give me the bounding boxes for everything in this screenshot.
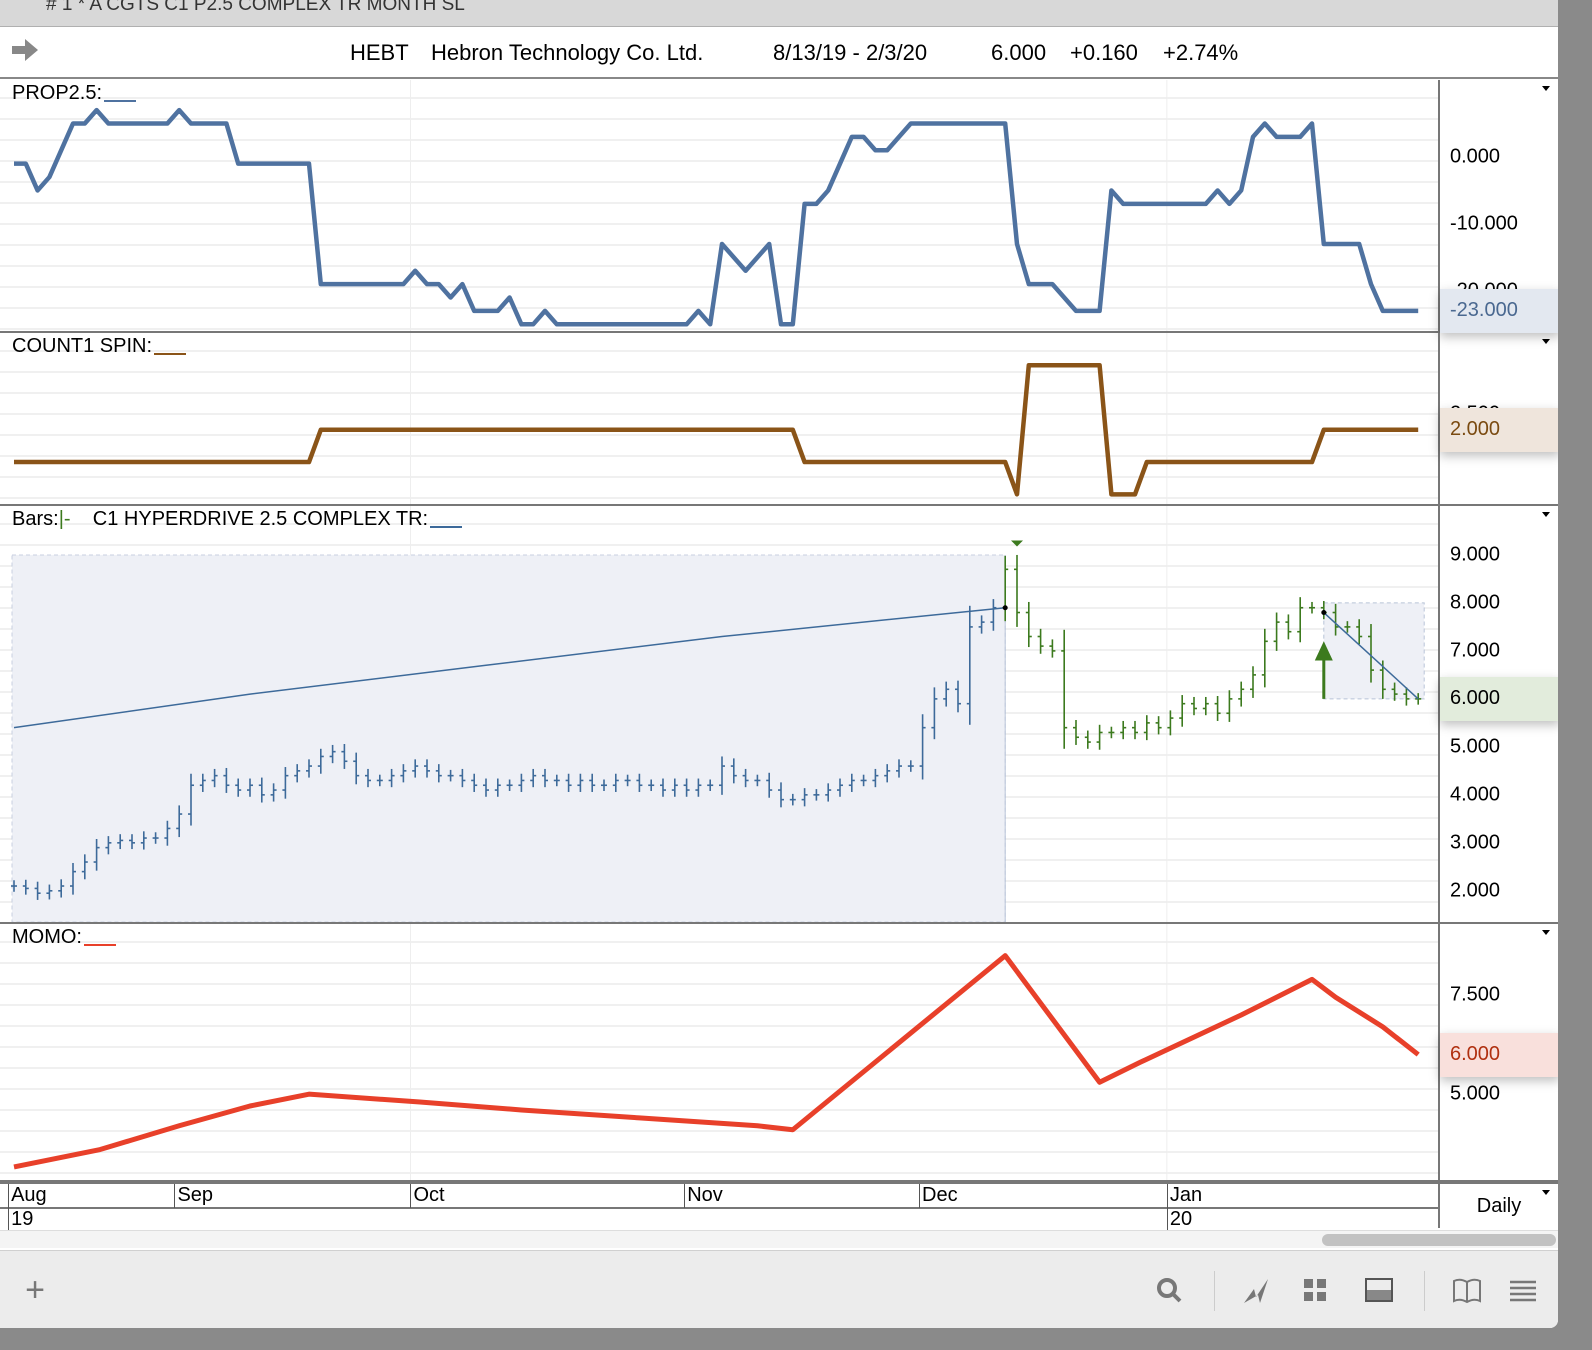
panel-layout-icon[interactable]	[1362, 1273, 1396, 1307]
add-icon[interactable]: +	[18, 1273, 52, 1307]
month-label: Oct	[410, 1184, 445, 1208]
bars-panel[interactable]: Bars:|- C1 HYPERDRIVE 2.5 COMPLEX TR: 9.…	[0, 506, 1558, 924]
y-tick-label: 7.000	[1450, 639, 1501, 662]
momo-plot	[0, 924, 1438, 1180]
dropdown-icon[interactable]	[1542, 512, 1550, 517]
date-range: 8/13/19 - 2/3/20	[773, 40, 928, 65]
symbol: HEBT	[350, 40, 409, 65]
y-tick-label: 4.000	[1450, 783, 1501, 806]
dropdown-icon[interactable]	[1542, 1190, 1550, 1195]
symbol-header: HEBT Hebron Technology Co. Ltd. 8/13/19 …	[0, 27, 1558, 79]
momo-panel[interactable]: MOMO: 7.500 5.000 6.000	[0, 924, 1558, 1182]
search-icon[interactable]	[1152, 1273, 1186, 1307]
series-line	[13, 953, 1420, 1170]
dropdown-icon[interactable]	[1542, 930, 1550, 935]
month-label: Jan	[1166, 1184, 1202, 1208]
dropdown-icon[interactable]	[1542, 86, 1550, 91]
y-tick-label: -10.000	[1450, 212, 1518, 235]
anchor-point	[1002, 605, 1008, 611]
date-axis[interactable]: Aug Sep Oct Nov Dec Jan 19 20	[0, 1182, 1438, 1230]
y-tick-label: 9.000	[1450, 543, 1501, 566]
year-label: 20	[1166, 1208, 1192, 1230]
y-tick-label: 5.000	[1450, 735, 1501, 758]
last-value-label: 2.000	[1440, 407, 1558, 452]
prop-panel[interactable]: PROP2.5: 0.000-10.000-20.000-23.000	[0, 80, 1558, 333]
bottom-toolbar: +	[0, 1250, 1558, 1328]
bars-axis[interactable]: 9.000 8.000 7.000 6.000 5.000 4.000 3.000 2.000…	[1438, 506, 1558, 922]
grid-layout-icon[interactable]	[1298, 1273, 1332, 1307]
y-tick-label: 7.500	[1450, 983, 1501, 1006]
chart-style-icon[interactable]	[1240, 1273, 1274, 1307]
scrollbar-thumb[interactable]	[1322, 1234, 1556, 1246]
spin-label: COUNT1 SPIN:	[12, 335, 187, 358]
month-label: Sep	[174, 1184, 213, 1208]
prop-axis[interactable]: 0.000-10.000-20.000-23.000	[1438, 80, 1558, 333]
bars-plot	[0, 506, 1438, 922]
horizontal-scrollbar[interactable]	[0, 1230, 1558, 1248]
y-tick-label: 2.000	[1450, 879, 1501, 902]
series-line	[14, 363, 1419, 497]
forward-arrow-icon[interactable]	[12, 39, 38, 61]
book-icon[interactable]	[1450, 1273, 1484, 1307]
momo-axis[interactable]: 7.500 5.000 6.000	[1438, 924, 1558, 1180]
bars-label: Bars:|- C1 HYPERDRIVE 2.5 COMPLEX TR:	[12, 508, 463, 531]
window-title: # 1 * A CGTS C1 P2.5 COMPLEX TR MONTH SL	[46, 0, 465, 15]
year-label: 19	[8, 1208, 33, 1230]
anchor-point	[1321, 610, 1327, 616]
menu-icon[interactable]	[1506, 1273, 1540, 1307]
month-label: Nov	[684, 1184, 723, 1208]
y-tick-label: 0.000	[1450, 145, 1501, 168]
last-value-label: 6.000	[1440, 676, 1558, 721]
y-tick-label: 3.000	[1450, 831, 1501, 854]
momo-label: MOMO:	[12, 926, 116, 949]
period-selector[interactable]: Daily	[1438, 1182, 1558, 1228]
prop-plot	[0, 80, 1438, 331]
last-value-label: 6.000	[1440, 1032, 1558, 1077]
y-tick-label: 8.000	[1450, 591, 1501, 614]
shaded-region	[11, 554, 1006, 922]
spin-plot	[0, 333, 1438, 504]
dropdown-icon[interactable]	[1542, 339, 1550, 344]
month-label: Aug	[8, 1184, 47, 1208]
company-name: Hebron Technology Co. Ltd.	[431, 40, 704, 65]
percent-change: +2.74%	[1163, 40, 1239, 65]
last-value-label: -23.000	[1440, 288, 1558, 333]
price-change: +0.160	[1070, 40, 1138, 65]
month-label: Dec	[919, 1184, 958, 1208]
selection-box	[1323, 602, 1425, 700]
prop-label: PROP2.5:	[12, 82, 137, 105]
spin-axis[interactable]: 2.5002.000	[1438, 333, 1558, 504]
spin-panel[interactable]: COUNT1 SPIN: 2.5002.000	[0, 333, 1558, 506]
title-bar: # 1 * A CGTS C1 P2.5 COMPLEX TR MONTH SL	[0, 0, 1558, 27]
y-tick-label: 5.000	[1450, 1082, 1501, 1105]
series-line	[14, 107, 1419, 327]
chart-window: # 1 * A CGTS C1 P2.5 COMPLEX TR MONTH SL…	[0, 0, 1558, 1328]
last-price: 6.000	[991, 40, 1047, 65]
